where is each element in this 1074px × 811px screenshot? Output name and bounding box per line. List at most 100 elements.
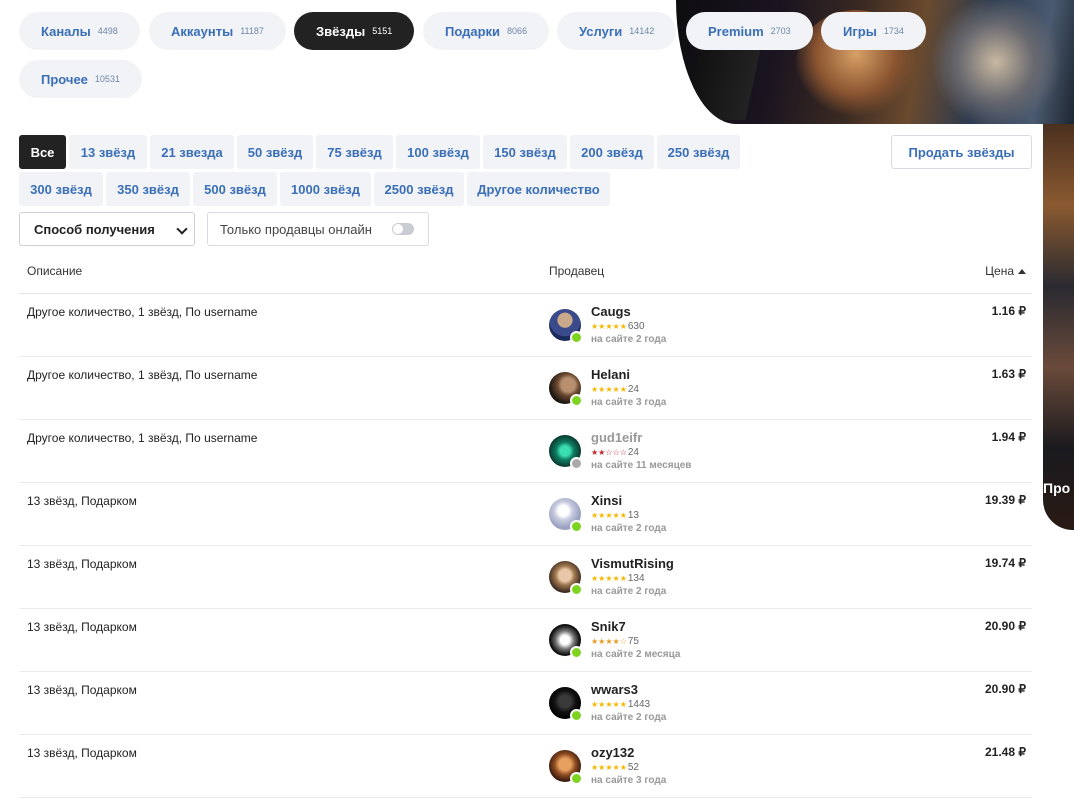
seller-since: на сайте 2 года [591, 334, 667, 345]
online-status-dot [570, 331, 583, 344]
filter-200-stars[interactable]: 200 звёзд [570, 135, 654, 169]
seller-since: на сайте 2 года [591, 712, 667, 723]
review-count: 134 [627, 573, 645, 584]
rating-stars-glyphs: ★★★★★ [591, 511, 627, 520]
filter-250-stars[interactable]: 250 звёзд [657, 135, 740, 169]
header-seller[interactable]: Продавец [549, 264, 604, 278]
review-count: 52 [627, 762, 639, 773]
offer-price: 20.90 ₽ [985, 619, 1026, 633]
rating-stars: ★★★★☆ 75 [591, 636, 639, 647]
filter-500-stars[interactable]: 500 звёзд [193, 172, 277, 206]
category-premium[interactable]: Premium 2703 [686, 12, 813, 50]
review-count: 1443 [627, 699, 651, 710]
seller-name[interactable]: wwars3 [591, 682, 638, 697]
category-games[interactable]: Игры 1734 [821, 12, 926, 50]
category-gifts[interactable]: Подарки 8066 [423, 12, 550, 50]
category-other[interactable]: Прочее 10531 [19, 60, 142, 98]
header-price[interactable]: Цена [985, 264, 1026, 278]
category-stars[interactable]: Звёзды 5151 [294, 12, 415, 50]
table-row[interactable]: 13 звёзд, Подарком Snik7 ★★★★☆ 75 на сайт… [19, 609, 1032, 672]
filter-21-stars[interactable]: 21 звезда [150, 135, 234, 169]
seller-name[interactable]: ozy132 [591, 745, 634, 760]
filter-2500-stars[interactable]: 2500 звёзд [374, 172, 464, 206]
seller-name[interactable]: VismutRising [591, 556, 674, 571]
category-accounts[interactable]: Аккаунты 11187 [149, 12, 286, 50]
filter-75-stars[interactable]: 75 звёзд [316, 135, 393, 169]
offer-description: 13 звёзд, Подарком [27, 746, 137, 760]
seller-since: на сайте 2 года [591, 586, 667, 597]
offer-description: 13 звёзд, Подарком [27, 620, 137, 634]
offline-status-dot [570, 457, 583, 470]
review-count: 75 [627, 636, 639, 647]
filter-100-stars[interactable]: 100 звёзд [396, 135, 480, 169]
rating-stars-glyphs: ★★★★★ [591, 322, 627, 331]
table-row[interactable]: 13 звёзд, Подарком ozy132 ★★★★★ 52 на сай… [19, 735, 1032, 798]
filter-other-amount[interactable]: Другое количество [467, 172, 610, 206]
rating-stars-glyphs: ★★☆☆☆ [591, 448, 627, 457]
header-price-label: Цена [985, 264, 1014, 278]
online-status-dot [570, 709, 583, 722]
table-row[interactable]: Другое количество, 1 звёзд, По username … [19, 420, 1032, 483]
seller-name[interactable]: Snik7 [591, 619, 626, 634]
review-count: 24 [627, 447, 639, 458]
rating-stars-glyphs: ★★★★★ [591, 763, 627, 772]
delivery-method-select[interactable]: Способ получения [19, 212, 195, 246]
offer-price: 1.16 ₽ [991, 304, 1026, 318]
offer-description: Другое количество, 1 звёзд, По username [27, 431, 258, 445]
seller-name[interactable]: Helani [591, 367, 630, 382]
seller-name[interactable]: Xinsi [591, 493, 622, 508]
banner-side-art[interactable]: Про [1043, 124, 1074, 530]
offer-price: 19.74 ₽ [985, 556, 1026, 570]
rating-stars: ★★☆☆☆ 24 [591, 447, 639, 458]
filter-150-stars[interactable]: 150 звёзд [483, 135, 567, 169]
rating-stars-glyphs: ★★★★★ [591, 700, 627, 709]
offer-price: 19.39 ₽ [985, 493, 1026, 507]
rating-stars: ★★★★★ 52 [591, 762, 639, 773]
online-sellers-toggle[interactable] [392, 223, 414, 235]
review-count: 24 [627, 384, 639, 395]
rating-stars: ★★★★★ 630 [591, 321, 645, 332]
rating-stars: ★★★★★ 134 [591, 573, 645, 584]
filter-50-stars[interactable]: 50 звёзд [237, 135, 313, 169]
offer-description: Другое количество, 1 звёзд, По username [27, 305, 258, 319]
filter-all[interactable]: Все [19, 135, 66, 169]
online-sellers-toggle-box[interactable]: Только продавцы онлайн [207, 212, 429, 246]
table-row[interactable]: 13 звёзд, Подарком wwars3 ★★★★★ 1443 на с… [19, 672, 1032, 735]
rating-stars: ★★★★★ 13 [591, 510, 639, 521]
sort-ascending-icon [1018, 268, 1026, 274]
seller-name[interactable]: Caugs [591, 304, 631, 319]
filter-13-stars[interactable]: 13 звёзд [69, 135, 147, 169]
header-description[interactable]: Описание [27, 264, 82, 278]
chevron-down-icon [176, 223, 188, 235]
table-row[interactable]: 13 звёзд, Подарком Xinsi ★★★★★ 13 на сайт… [19, 483, 1032, 546]
seller-name[interactable]: gud1eifr [591, 430, 642, 445]
delivery-method-value: Способ получения [34, 221, 155, 237]
category-services[interactable]: Услуги 14142 [557, 12, 677, 50]
filter-1000-stars[interactable]: 1000 звёзд [280, 172, 371, 206]
filter-350-stars[interactable]: 350 звёзд [106, 172, 190, 206]
review-count: 630 [627, 321, 645, 332]
filter-300-stars[interactable]: 300 звёзд [19, 172, 103, 206]
rating-stars-glyphs: ★★★★★ [591, 574, 627, 583]
offer-price: 21.48 ₽ [985, 745, 1026, 759]
rating-stars: ★★★★★ 24 [591, 384, 639, 395]
seller-since: на сайте 2 года [591, 523, 667, 534]
online-status-dot [570, 772, 583, 785]
offer-price: 20.90 ₽ [985, 682, 1026, 696]
table-row[interactable]: 13 звёзд, Подарком VismutRising ★★★★★ 134… [19, 546, 1032, 609]
toggle-knob [393, 224, 403, 234]
seller-since: на сайте 11 месяцев [591, 460, 692, 471]
category-channels[interactable]: Каналы 4498 [19, 12, 140, 50]
offer-description: Другое количество, 1 звёзд, По username [27, 368, 258, 382]
seller-since: на сайте 3 года [591, 775, 667, 786]
offer-price: 1.63 ₽ [991, 367, 1026, 381]
offer-description: 13 звёзд, Подарком [27, 683, 137, 697]
rating-stars-glyphs: ★★★★★ [591, 385, 627, 394]
table-row[interactable]: Другое количество, 1 звёзд, По username … [19, 357, 1032, 420]
table-row[interactable]: Другое количество, 1 звёзд, По username … [19, 294, 1032, 357]
rating-stars-glyphs: ★★★★☆ [591, 637, 627, 646]
online-status-dot [570, 583, 583, 596]
table-header: Описание Продавец Цена [19, 254, 1032, 294]
seller-since: на сайте 2 месяца [591, 649, 681, 660]
sell-stars-button[interactable]: Продать звёзды [891, 135, 1032, 169]
